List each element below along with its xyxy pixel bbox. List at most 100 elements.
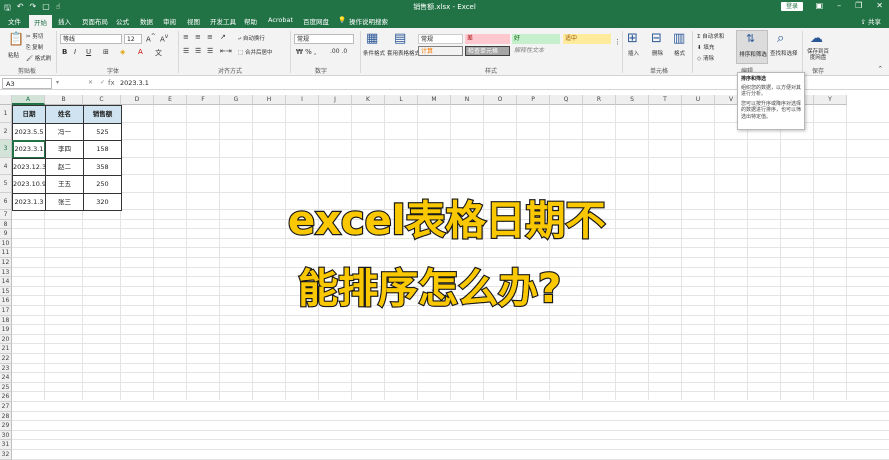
table-cell[interactable]: 2023.12.3 xyxy=(12,157,46,176)
autosum-button[interactable]: Σ 自动求和 xyxy=(697,32,724,40)
decimal-icon[interactable]: .00 .0 xyxy=(330,48,347,55)
column-header[interactable]: J xyxy=(319,95,352,105)
column-header[interactable]: R xyxy=(583,95,616,105)
tab-file[interactable]: 文件 xyxy=(8,16,21,26)
formula-input[interactable]: 2023.3.1 xyxy=(120,79,149,87)
column-header[interactable]: C xyxy=(83,95,121,105)
row-header[interactable]: 18 xyxy=(0,315,12,326)
table-format-button[interactable]: 套用表格格式 xyxy=(387,49,420,57)
style-check[interactable]: 检查单元格 xyxy=(465,46,510,56)
format-cells-icon[interactable]: ▥ xyxy=(673,31,685,46)
align-right-icon[interactable]: ☰ xyxy=(207,47,213,55)
tab-view[interactable]: 视图 xyxy=(187,16,200,26)
column-header[interactable]: O xyxy=(484,95,517,105)
tab-insert[interactable]: 插入 xyxy=(58,16,71,26)
font-color-icon[interactable]: A xyxy=(138,48,143,56)
style-normal[interactable]: 常规 xyxy=(418,34,463,44)
table-cell[interactable]: 2023.1.3 xyxy=(12,192,46,211)
tab-page-layout[interactable]: 页面布局 xyxy=(82,16,108,26)
table-cell[interactable]: 赵二 xyxy=(45,157,84,176)
row-header[interactable]: 19 xyxy=(0,325,12,335)
styles-scroll-icon[interactable]: ⋮ xyxy=(614,38,621,46)
clear-button[interactable]: ◇ 清除 xyxy=(697,54,714,62)
paste-icon[interactable]: 📋 xyxy=(8,32,24,47)
column-header[interactable]: K xyxy=(352,95,385,105)
style-bad[interactable]: 差 xyxy=(465,34,510,44)
collapse-ribbon-icon[interactable]: ^ xyxy=(878,66,883,72)
column-header[interactable]: N xyxy=(451,95,484,105)
tab-baidu[interactable]: 百度网盘 xyxy=(303,16,329,26)
row-header[interactable]: 12 xyxy=(0,258,12,268)
conditional-format-icon[interactable]: ▦ xyxy=(366,31,378,46)
row-header[interactable]: 6 xyxy=(0,192,12,210)
style-calc[interactable]: 计算 xyxy=(418,46,463,56)
row-header[interactable]: 22 xyxy=(0,354,12,364)
row-header[interactable]: 30 xyxy=(0,430,12,441)
name-box[interactable]: A3 xyxy=(2,78,52,89)
style-neutral[interactable]: 适中 xyxy=(563,34,611,44)
column-header[interactable]: E xyxy=(154,95,187,105)
style-explain[interactable]: 解释性文本 xyxy=(512,46,560,56)
table-cell[interactable]: 2023.5.5 xyxy=(12,122,46,141)
column-header[interactable]: U xyxy=(682,95,715,105)
row-header[interactable]: 7 xyxy=(0,210,12,220)
namebox-dropdown-icon[interactable]: ▾ xyxy=(56,79,59,86)
cloud-icon[interactable]: ☁ xyxy=(810,31,823,46)
row-header[interactable]: 3 xyxy=(0,140,12,158)
row-header[interactable]: 23 xyxy=(0,363,12,374)
row-header[interactable]: 1 xyxy=(0,105,12,123)
row-header[interactable]: 21 xyxy=(0,344,12,354)
row-header[interactable]: 26 xyxy=(0,392,12,402)
conditional-format-button[interactable]: 条件格式 xyxy=(363,49,385,57)
style-good[interactable]: 好 xyxy=(512,34,560,44)
close-icon[interactable]: ✕ xyxy=(876,1,883,10)
table-cell[interactable]: 2023.10.9 xyxy=(12,175,46,194)
column-header[interactable]: Y xyxy=(814,95,847,105)
insert-cells-icon[interactable]: ⊞ xyxy=(627,31,638,46)
font-name-select[interactable]: 等线 xyxy=(60,34,122,44)
align-middle-icon[interactable]: ≡ xyxy=(195,33,201,41)
login-button[interactable]: 登录 xyxy=(781,2,803,11)
table-cell[interactable]: 王五 xyxy=(45,175,84,194)
tab-formulas[interactable]: 公式 xyxy=(116,16,129,26)
fill-button[interactable]: ⬇ 填充 xyxy=(697,43,714,51)
delete-cells-icon[interactable]: ⊟ xyxy=(651,31,662,46)
sort-filter-button[interactable]: ⇅ 排序和筛选 xyxy=(736,30,768,64)
table-cell[interactable]: 2023.3.1 xyxy=(12,140,46,159)
column-header[interactable]: S xyxy=(616,95,649,105)
row-header[interactable]: 10 xyxy=(0,238,12,249)
fx-icon[interactable]: fx xyxy=(108,79,115,87)
tab-acrobat[interactable]: Acrobat xyxy=(268,16,293,24)
tab-review[interactable]: 审阅 xyxy=(163,16,176,26)
copy-button[interactable]: ⎘ 复制 xyxy=(26,43,43,52)
wrap-text-button[interactable]: ⤶ 自动换行 xyxy=(238,34,265,43)
table-cell[interactable]: 张三 xyxy=(45,192,84,211)
column-header[interactable]: L xyxy=(385,95,418,105)
table-cell[interactable]: 李四 xyxy=(45,140,84,159)
format-painter-button[interactable]: 🖌 格式刷 xyxy=(26,54,51,62)
column-header[interactable]: P xyxy=(517,95,550,105)
underline-button[interactable]: U xyxy=(86,48,91,56)
row-header[interactable]: 20 xyxy=(0,334,12,345)
align-top-icon[interactable]: ≡ xyxy=(183,33,189,41)
column-header[interactable]: I xyxy=(286,95,319,105)
number-format-select[interactable]: 常规 xyxy=(294,34,354,44)
save-to-baidu-button[interactable]: 保存到百度网盘 xyxy=(805,49,831,61)
find-select-button[interactable]: 查找和选择 xyxy=(770,49,798,57)
row-header[interactable]: 25 xyxy=(0,382,12,393)
indent-icon[interactable]: ⇤⇥ xyxy=(220,47,232,55)
row-header[interactable]: 16 xyxy=(0,296,12,306)
row-header[interactable]: 8 xyxy=(0,219,12,230)
merge-center-button[interactable]: ⬚ 合并后居中 xyxy=(238,48,272,56)
tab-developer[interactable]: 开发工具 xyxy=(210,16,236,26)
row-header[interactable]: 24 xyxy=(0,373,12,383)
cut-button[interactable]: ✂ 剪切 xyxy=(26,32,43,40)
tell-me-search[interactable]: 操作说明搜索 xyxy=(349,16,388,26)
delete-cells-button[interactable]: 删除 xyxy=(652,49,663,57)
align-left-icon[interactable]: ☰ xyxy=(183,47,189,55)
table-cell[interactable]: 320 xyxy=(83,192,122,211)
fill-color-icon[interactable]: ◈ xyxy=(120,48,125,56)
tab-help[interactable]: 帮助 xyxy=(244,16,257,26)
border-icon[interactable]: ⊞ xyxy=(103,48,109,56)
orientation-icon[interactable]: ↗ xyxy=(220,33,226,41)
